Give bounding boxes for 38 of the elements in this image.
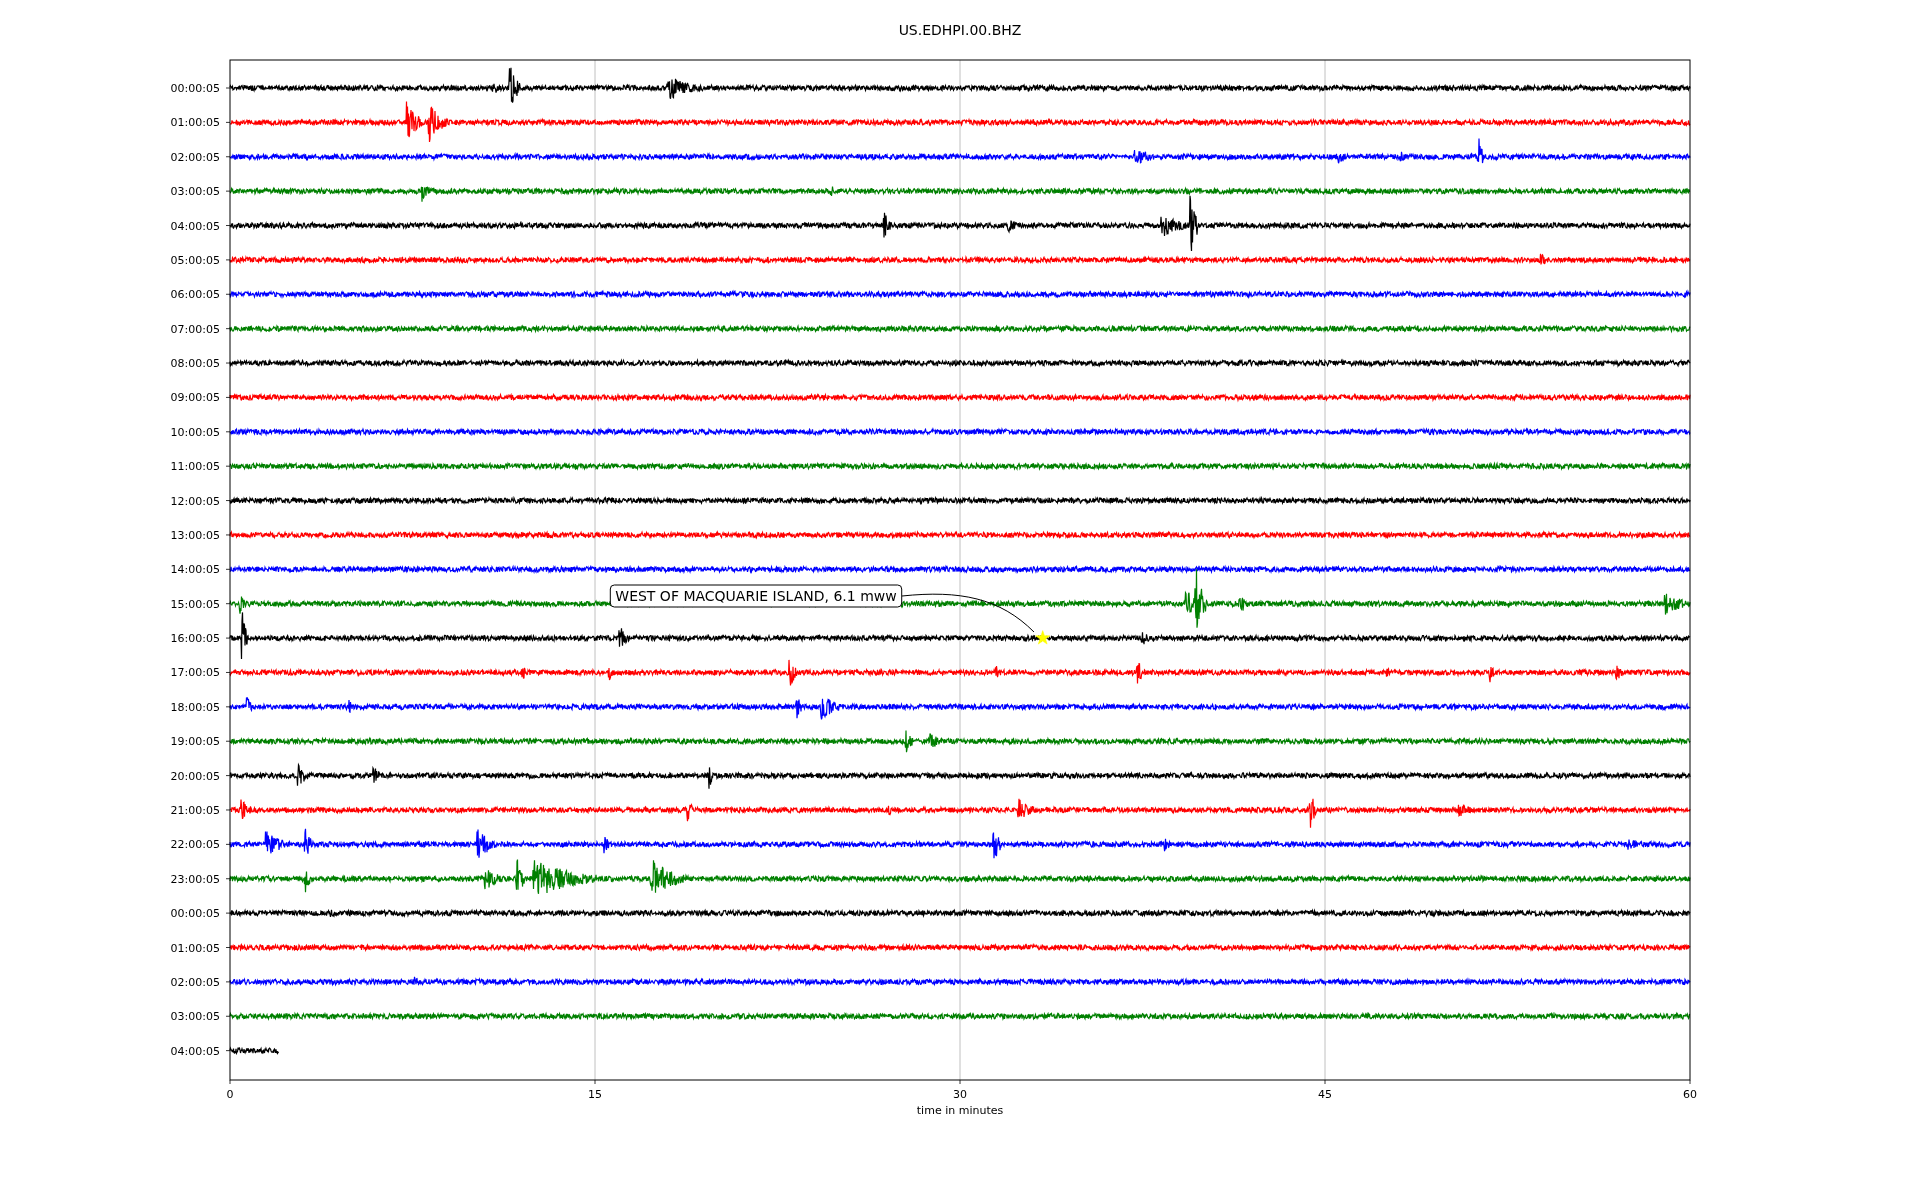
x-tick-label: 15 [588, 1088, 602, 1101]
row-time-label: 00:00:05 [170, 82, 220, 95]
row-time-label: 13:00:05 [170, 528, 220, 542]
row-time-label: 21:00:05 [170, 804, 220, 817]
row-time-label: 04:00:05 [170, 219, 220, 233]
row-time-label: 01:00:05 [170, 941, 220, 955]
row-time-label: 01:00:05 [170, 116, 220, 130]
row-time-label: 04:00:05 [170, 1044, 220, 1058]
row-time-label: 15:00:05 [170, 597, 220, 611]
row-time-label: 14:00:05 [170, 563, 220, 577]
row-time-label: 18:00:05 [170, 700, 220, 714]
chart-title: US.EDHPI.00.BHZ [898, 22, 1022, 38]
row-time-label: 00:00:05 [170, 907, 220, 921]
row-time-label: 03:00:05 [170, 1010, 220, 1024]
star-icon [1035, 630, 1051, 645]
row-time-label: 08:00:05 [170, 357, 220, 371]
row-time-label: 11:00:05 [170, 460, 220, 474]
x-tick-label: 45 [1318, 1088, 1332, 1101]
x-tick-label: 0 [226, 1088, 234, 1101]
row-time-label: 17:00:05 [170, 666, 220, 680]
row-time-label: 02:00:05 [170, 150, 220, 164]
row-time-label: 05:00:05 [170, 253, 220, 267]
row-time-label: 16:00:05 [170, 632, 220, 646]
x-tick-label: 60 [1683, 1088, 1697, 1101]
row-time-label: 03:00:05 [170, 185, 220, 199]
row-time-label: 02:00:05 [170, 975, 220, 989]
x-tick-label: 30 [953, 1088, 967, 1101]
row-time-label: 23:00:05 [170, 872, 220, 886]
row-time-label: 20:00:05 [170, 769, 220, 783]
row-time-label: 09:00:05 [170, 391, 220, 405]
row-time-label: 12:00:05 [170, 494, 220, 508]
annotation-callout: WEST OF MACQUARIE ISLAND, 6.1 mww [609, 584, 903, 608]
row-time-label: 22:00:05 [170, 838, 220, 852]
row-time-label: 19:00:05 [170, 735, 220, 749]
row-time-label: 06:00:05 [170, 288, 220, 302]
row-time-label: 10:00:05 [170, 425, 220, 439]
axis-label: time in minutes [916, 1104, 1004, 1117]
row-time-label: 07:00:05 [170, 322, 220, 336]
